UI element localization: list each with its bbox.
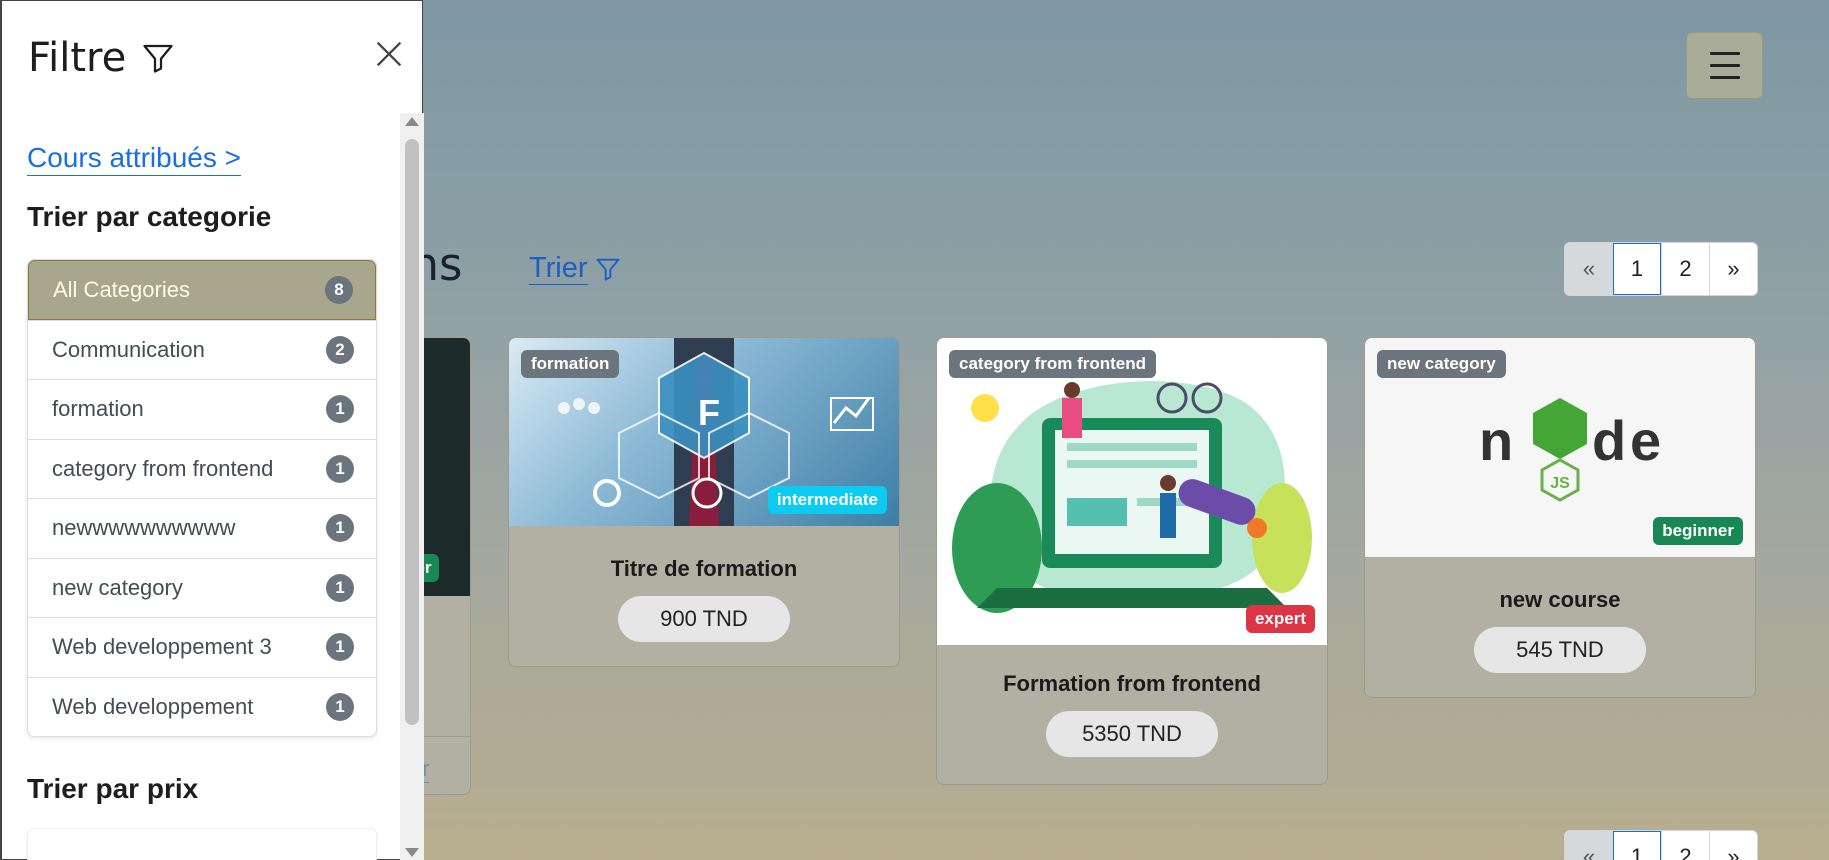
sort-button[interactable]: Trier: [529, 252, 622, 285]
panel-header: Filtre: [28, 35, 176, 81]
category-heading: Trier par categorie: [27, 201, 272, 232]
pagination-bottom: « 1 2 »: [1564, 830, 1758, 860]
hamburger-icon-bar: [1709, 64, 1740, 67]
category-item[interactable]: new category 1: [28, 557, 376, 618]
filter-icon: [143, 44, 173, 73]
category-count-badge: 1: [326, 573, 354, 602]
course-card[interactable]: n d e JS new category beginner new cours…: [1364, 337, 1756, 698]
assigned-courses-link[interactable]: Cours attribués >: [27, 141, 241, 176]
hamburger-icon-bar: [1709, 52, 1740, 55]
level-badge: beginner: [1653, 517, 1743, 545]
scrollbar-thumb[interactable]: [405, 139, 419, 725]
sort-label: Trier: [529, 252, 588, 285]
category-count-badge: 8: [325, 275, 353, 304]
category-count-badge: 1: [326, 514, 354, 543]
pagination-page-1[interactable]: 1: [1613, 831, 1661, 860]
panel-scrollbar[interactable]: [400, 113, 424, 860]
category-label: Communication: [52, 336, 205, 362]
course-price: 545 TND: [1474, 627, 1646, 673]
category-item[interactable]: Communication 2: [28, 319, 376, 380]
svg-text:n: n: [1479, 409, 1513, 472]
category-count-badge: 1: [326, 633, 354, 662]
pagination-page-2[interactable]: 2: [1661, 831, 1709, 860]
pagination-prev[interactable]: «: [1565, 831, 1613, 860]
menu-toggle-button[interactable]: [1686, 32, 1763, 99]
laptop-illustration: [952, 381, 1312, 613]
course-title: Titre de formation: [610, 556, 798, 581]
category-badge: new category: [1377, 350, 1506, 378]
category-item-all[interactable]: All Categories 8: [28, 260, 376, 320]
course-card[interactable]: category from frontend expert Formation …: [936, 337, 1328, 785]
filter-icon: [596, 258, 619, 280]
price-filter-box[interactable]: [27, 828, 377, 860]
panel-title: Filtre: [28, 35, 127, 81]
svg-text:JS: JS: [1550, 475, 1570, 492]
pagination-page-2[interactable]: 2: [1661, 243, 1709, 295]
category-item[interactable]: category from frontend 1: [28, 438, 376, 499]
course-title: Formation from frontend: [1003, 671, 1261, 696]
svg-text:d: d: [1592, 409, 1626, 472]
category-count-badge: 2: [326, 335, 354, 364]
course-price: 900 TND: [618, 596, 790, 642]
category-label: newwwwwwwwww: [52, 515, 236, 541]
category-item[interactable]: newwwwwwwwww 1: [28, 498, 376, 558]
pagination-prev[interactable]: «: [1565, 243, 1613, 295]
course-title: new course: [1499, 587, 1621, 612]
pagination-top: « 1 2 »: [1564, 242, 1758, 296]
filter-scroll-area: Cours attribués > Trier par categorie Al…: [2, 113, 425, 860]
pagination-page-1[interactable]: 1: [1613, 243, 1661, 295]
level-badge: intermediate: [767, 486, 887, 514]
category-label: category from frontend: [52, 455, 274, 481]
category-label: All Categories: [53, 276, 190, 302]
pagination-next[interactable]: »: [1709, 243, 1757, 295]
category-list: All Categories 8 Communication 2 formati…: [27, 259, 377, 737]
category-label: Web developpement: [52, 693, 254, 719]
category-item[interactable]: formation 1: [28, 379, 376, 439]
level-badge: expert: [1245, 605, 1315, 633]
filter-panel: Filtre Cours attribués > Trier par categ…: [0, 0, 425, 860]
category-item[interactable]: Web developpement 1: [28, 676, 376, 737]
price-heading: Trier par prix: [27, 773, 199, 804]
course-thumbnail: category from frontend expert: [937, 338, 1327, 645]
category-count-badge: 1: [326, 454, 354, 483]
svg-text:F: F: [698, 392, 720, 433]
category-badge: category from frontend: [949, 350, 1157, 378]
category-badge: formation: [521, 350, 620, 378]
course-price: 5350 TND: [1046, 711, 1218, 757]
scroll-down-arrow-icon[interactable]: [405, 848, 419, 857]
pagination-next[interactable]: »: [1709, 831, 1757, 860]
course-thumbnail: n d e JS new category beginner: [1365, 338, 1755, 557]
category-count-badge: 1: [326, 395, 354, 424]
category-label: new category: [52, 574, 183, 600]
category-label: formation: [52, 396, 144, 422]
hamburger-icon-bar: [1709, 76, 1740, 79]
category-item[interactable]: Web developpement 3 1: [28, 617, 376, 677]
course-thumbnail: F formation intermediate: [509, 338, 899, 526]
course-card[interactable]: F formation intermediate Titre de format…: [508, 337, 900, 667]
close-icon[interactable]: [372, 37, 406, 71]
category-count-badge: 1: [326, 692, 354, 721]
category-label: Web developpement 3: [52, 634, 272, 660]
scroll-up-arrow-icon[interactable]: [405, 117, 419, 126]
svg-text:e: e: [1630, 409, 1661, 472]
